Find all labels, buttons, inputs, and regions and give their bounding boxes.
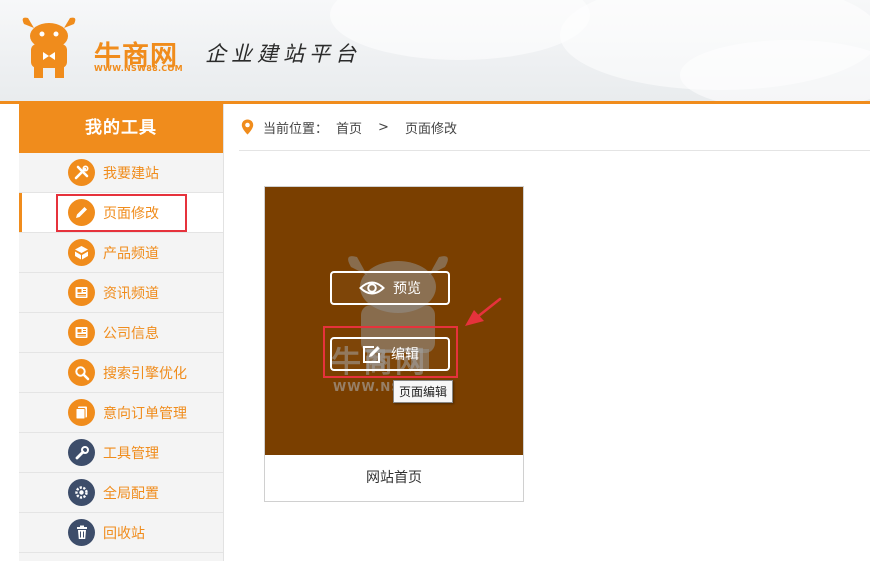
sidebar-item-label: 页面修改 <box>103 205 159 222</box>
breadcrumb-current: 页面修改 <box>404 121 457 137</box>
site-header: 牛商网 WWW.NSW88.COM 企业建站平台 <box>0 0 870 104</box>
wrench-icon <box>68 439 95 466</box>
sidebar-item-label: 产品频道 <box>103 245 159 262</box>
sidebar-item-label: 工具管理 <box>103 445 159 462</box>
eye-icon <box>359 281 385 295</box>
sidebar-item-label: 全局配置 <box>103 485 159 502</box>
sidebar-item-recycle-bin[interactable]: 回收站 <box>19 513 223 553</box>
gear-icon <box>68 479 95 506</box>
sidebar-item-company-info[interactable]: 公司信息 <box>19 313 223 353</box>
header-slogan: 企业建站平台 <box>205 42 361 66</box>
preview-button-label: 预览 <box>393 281 421 297</box>
sidebar-item-label: 回收站 <box>103 525 145 542</box>
sidebar-title: 我的工具 <box>19 104 223 153</box>
annotation-arrow-icon <box>465 297 502 326</box>
pencil-icon <box>68 199 95 226</box>
order-icon <box>68 399 95 426</box>
breadcrumb-home-link[interactable]: 首页 <box>336 118 362 137</box>
bull-mascot-icon <box>22 17 76 78</box>
company-icon <box>68 319 95 346</box>
sidebar-item-label: 搜索引擎优化 <box>103 365 187 382</box>
sidebar-item-label: 我要建站 <box>103 165 159 182</box>
box-icon <box>68 239 95 266</box>
breadcrumb-separator: > <box>378 119 389 135</box>
logo-url: WWW.NSW88.COM <box>94 64 183 73</box>
news-icon <box>68 279 95 306</box>
sidebar-item-page-edit[interactable]: 页面修改 <box>19 193 223 233</box>
location-pin-icon <box>241 119 254 135</box>
edit-button[interactable]: 编辑 <box>330 337 450 371</box>
breadcrumb-prefix: 当前位置： <box>263 121 329 137</box>
preview-button[interactable]: 预览 <box>330 271 450 305</box>
edit-button-label: 编辑 <box>391 347 419 363</box>
sidebar-item-seo[interactable]: 搜索引擎优化 <box>19 353 223 393</box>
search-icon <box>68 359 95 386</box>
edit-tooltip: 页面编辑 <box>393 380 454 403</box>
breadcrumb: 当前位置： 首页 > 页面修改 <box>239 104 870 151</box>
sidebar: 我的工具 我要建站 页面修改 产品频道 资讯频道 公司信息 搜索引擎优化 意向订… <box>19 104 224 561</box>
sidebar-item-product-channel[interactable]: 产品频道 <box>19 233 223 273</box>
edit-icon <box>363 346 380 363</box>
header-cloud <box>330 0 590 60</box>
tools-icon <box>68 159 95 186</box>
trash-icon <box>68 519 95 546</box>
sidebar-item-build-site[interactable]: 我要建站 <box>19 153 223 193</box>
sidebar-item-orders[interactable]: 意向订单管理 <box>19 393 223 433</box>
sidebar-item-label: 意向订单管理 <box>103 405 187 422</box>
site-logo[interactable]: 牛商网 WWW.NSW88.COM <box>18 14 188 84</box>
page-card-caption[interactable]: 网站首页 <box>265 455 523 501</box>
sidebar-item-label: 资讯频道 <box>103 285 159 302</box>
sidebar-item-global-config[interactable]: 全局配置 <box>19 473 223 513</box>
sidebar-item-news-channel[interactable]: 资讯频道 <box>19 273 223 313</box>
sidebar-item-label: 公司信息 <box>103 325 159 342</box>
page-card: 牛商网 WWW.NSW 预览 编辑 页面编辑 网站首页 <box>264 186 524 502</box>
sidebar-item-tools-manage[interactable]: 工具管理 <box>19 433 223 473</box>
